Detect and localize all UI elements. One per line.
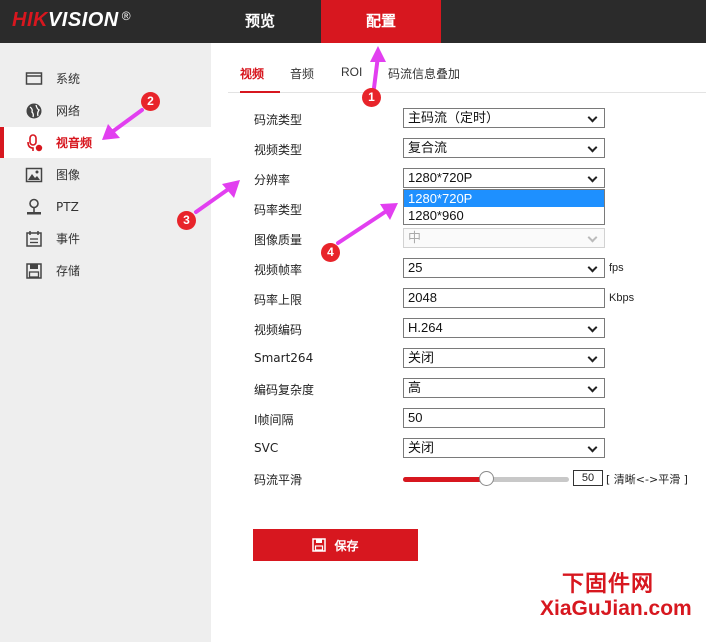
annotation-marker-2: 2 (141, 92, 160, 111)
smoothing-slider-handle[interactable] (478, 471, 494, 486)
sidebar-item-system[interactable]: 系统 (0, 63, 211, 94)
smart264-select[interactable]: 关闭 (403, 348, 605, 368)
calendar-icon (26, 230, 42, 247)
svc-select[interactable]: 关闭 (403, 438, 605, 458)
frame-rate-unit: fps (609, 262, 624, 274)
sidebar: 系统 网络 视音频 图像 PTZ 事件 存储 (0, 43, 211, 642)
arrow-4 (336, 208, 390, 245)
arrow-3-head (222, 180, 240, 198)
nav-config[interactable]: 配置 (321, 0, 441, 43)
frame-rate-label: 视频帧率 (254, 263, 303, 277)
sidebar-item-image[interactable]: 图像 (0, 159, 211, 190)
sidebar-item-label: 存储 (56, 264, 81, 278)
sub-tabs: 视频 音频 ROI 码流信息叠加 (228, 57, 706, 93)
sidebar-item-label: 系统 (56, 72, 81, 86)
sidebar-item-label: 视音频 (56, 136, 93, 150)
i-frame-interval-input[interactable]: 50 (403, 408, 605, 428)
video-type-label: 视频类型 (254, 143, 303, 157)
video-type-select[interactable]: 复合流 (403, 138, 605, 158)
arrow-4-head (380, 203, 398, 220)
ptz-icon (27, 198, 41, 214)
svc-label: SVC (254, 441, 279, 455)
disk-icon (26, 262, 42, 279)
resolution-dropdown-list: 1280*720P 1280*960 (403, 189, 605, 225)
sidebar-item-storage[interactable]: 存储 (0, 255, 211, 286)
sidebar-item-video-audio[interactable]: 视音频 (0, 127, 211, 158)
image-icon (25, 167, 43, 182)
smoothing-slider-fill (403, 477, 486, 482)
nav-preview[interactable]: 预览 (200, 0, 320, 43)
max-bitrate-label: 码率上限 (254, 293, 303, 307)
annotation-marker-3: 3 (177, 211, 196, 230)
tab-roi[interactable]: ROI (341, 65, 362, 93)
sidebar-item-label: 网络 (56, 104, 81, 118)
save-button[interactable]: 保存 (253, 529, 418, 561)
sidebar-item-label: 图像 (56, 168, 81, 182)
bitrate-type-label: 码率类型 (254, 203, 303, 217)
tab-video[interactable]: 视频 (240, 65, 280, 93)
resolution-label: 分辨率 (254, 173, 291, 187)
image-quality-select[interactable]: 中 (403, 228, 605, 248)
save-icon (312, 538, 327, 552)
sidebar-item-label: 事件 (56, 232, 81, 246)
sidebar-item-network[interactable]: 网络 (0, 95, 211, 126)
resolution-select[interactable]: 1280*720P (403, 168, 605, 188)
smoothing-value-box[interactable]: 50 (573, 470, 603, 486)
smoothing-hint: [ 清晰<->平滑 ] (606, 473, 688, 486)
save-button-label: 保存 (334, 538, 359, 553)
max-bitrate-unit: Kbps (609, 292, 635, 304)
annotation-marker-1: 1 (362, 88, 381, 107)
smart264-label: Smart264 (254, 351, 314, 365)
hikvision-logo: HIKVISION ® (12, 9, 131, 32)
video-encoding-select[interactable]: H.264 (403, 318, 605, 338)
smoothing-label: 码流平滑 (254, 473, 303, 487)
frame-rate-select[interactable]: 25 (403, 258, 605, 278)
stream-type-label: 码流类型 (254, 113, 303, 127)
video-encoding-label: 视频编码 (254, 323, 303, 337)
monitor-icon (25, 71, 43, 85)
top-bar: HIKVISION ® 预览 配置 (0, 0, 706, 43)
stream-type-select[interactable]: 主码流（定时） (403, 108, 605, 128)
logo-registered: ® (121, 9, 132, 23)
watermark-chinese: 下固件网 (562, 572, 655, 597)
i-frame-interval-label: I帧间隔 (254, 413, 294, 427)
logo-hik: HIK (12, 9, 48, 31)
resolution-option-1280x960[interactable]: 1280*960 (404, 207, 604, 224)
tab-audio[interactable]: 音频 (290, 65, 314, 93)
complexity-label: 编码复杂度 (254, 383, 315, 397)
microphone-icon (27, 133, 43, 151)
complexity-select[interactable]: 高 (403, 378, 605, 398)
max-bitrate-input[interactable]: 2048 (403, 288, 605, 308)
annotation-marker-4: 4 (321, 243, 340, 262)
tab-stream-info-overlay[interactable]: 码流信息叠加 (388, 65, 460, 93)
logo-vision: VISION (47, 9, 119, 31)
sidebar-item-label: PTZ (56, 199, 79, 214)
image-quality-label: 图像质量 (254, 233, 303, 247)
resolution-option-1280x720[interactable]: 1280*720P (404, 190, 604, 207)
globe-icon (26, 103, 42, 118)
watermark-site: XiaGuJian.com (540, 597, 692, 620)
